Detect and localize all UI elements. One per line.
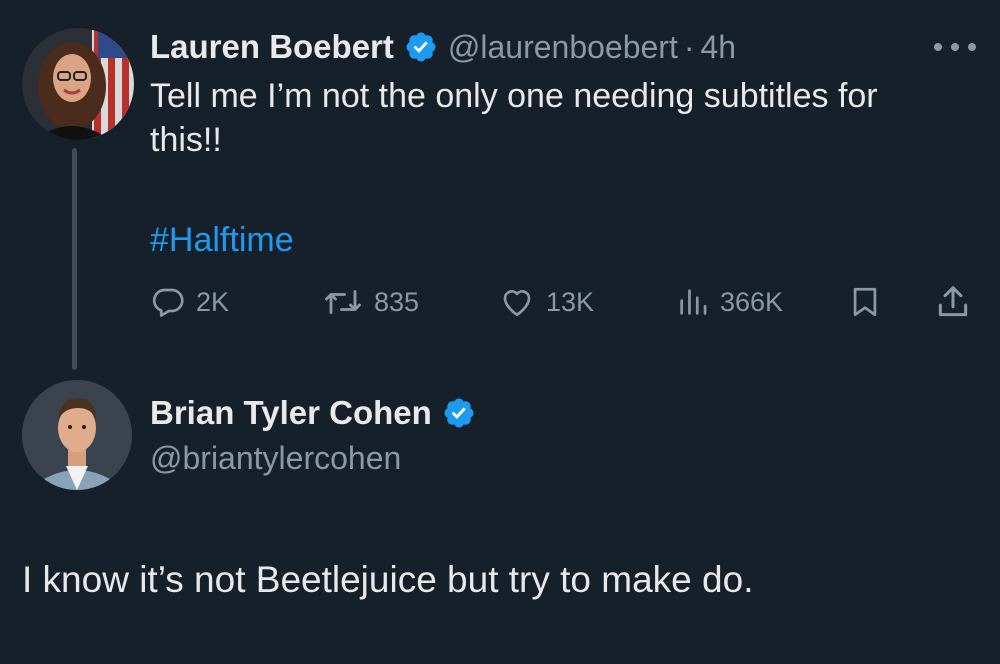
like-button[interactable]: 13K [498,282,594,322]
reply-text: I know it’s not Beetlejuice but try to m… [22,559,754,600]
author-handle[interactable]: @laurenboebert [448,29,678,66]
avatar-lauren-boebert[interactable] [22,28,134,140]
avatar-portrait [22,28,134,140]
dot-separator: · [683,28,695,65]
hashtag-link[interactable]: #Halftime [150,218,294,262]
share-button[interactable] [934,282,972,322]
views-chart-icon [676,284,710,320]
avatar-brian-tyler-cohen[interactable] [22,380,132,490]
tweet-timestamp[interactable]: 4h [701,29,737,66]
repost-count: 835 [374,286,420,317]
reply-author-name[interactable]: Brian Tyler Cohen [150,394,432,432]
like-count: 13K [546,286,595,317]
reply-author-handle[interactable]: @briantylercohen [150,440,401,477]
views-count: 366K [720,286,784,317]
author-name[interactable]: Lauren Boebert [150,28,394,66]
bookmark-icon [848,283,882,321]
reply-button[interactable]: 2K [150,282,229,322]
thread-line [72,148,77,370]
verified-badge-icon [442,396,476,430]
more-horizontal-icon[interactable] [930,40,980,54]
reply-count: 2K [196,286,230,317]
bookmark-button[interactable] [848,282,882,322]
avatar-portrait [22,380,132,490]
reply-icon [150,284,186,320]
reply-header: Brian Tyler Cohen [150,390,476,436]
share-icon [934,283,972,321]
repost-icon [322,284,364,320]
heart-icon [498,284,536,320]
tweet-header: Lauren Boebert @laurenboebert · 4h [150,24,736,70]
repost-button[interactable]: 835 [322,282,419,322]
tweet-text: Tell me I’m not the only one needing sub… [150,77,878,159]
verified-badge-icon [404,30,438,64]
views-button[interactable]: 366K [676,282,783,322]
